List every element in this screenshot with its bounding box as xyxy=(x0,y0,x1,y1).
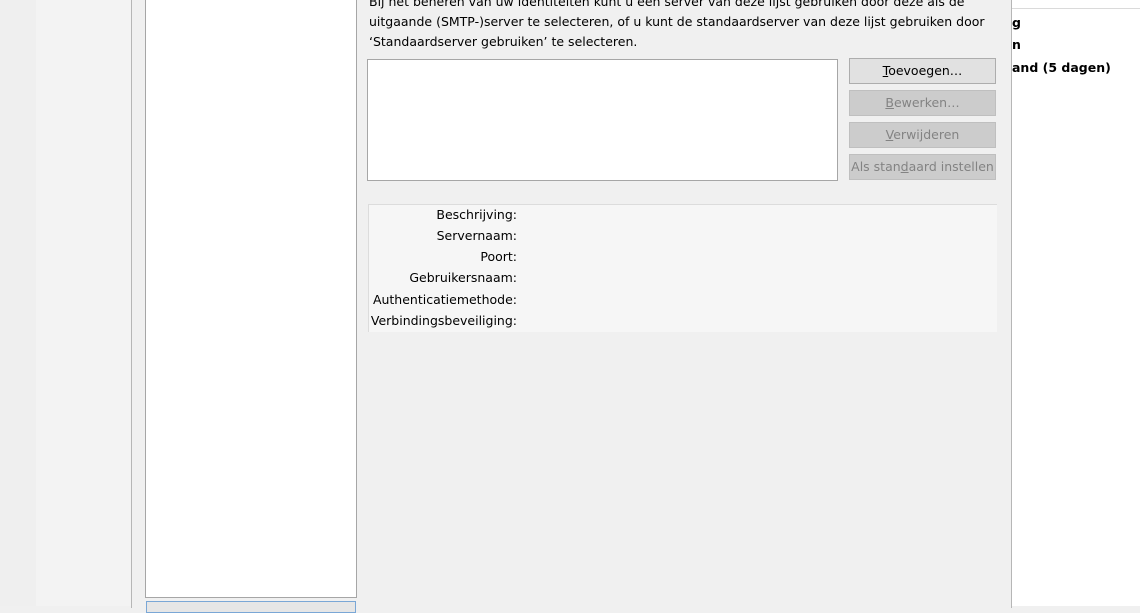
account-tree[interactable] xyxy=(145,0,357,598)
username-label: Gebruikersnaam: xyxy=(409,270,517,285)
smtp-description: Bij het beheren van uw identiteiten kunt… xyxy=(369,0,985,49)
add-server-button[interactable]: Toevoegen… xyxy=(849,58,996,84)
account-settings-dialog: Bij het beheren van uw identiteiten kunt… xyxy=(131,0,1012,613)
description-label: Beschrijving: xyxy=(436,207,517,222)
remove-server-button[interactable]: Verwijderen xyxy=(849,122,996,148)
connection-security-label: Verbindingsbeveiliging: xyxy=(370,313,517,328)
smtp-server-list[interactable] xyxy=(367,59,838,181)
edit-server-button[interactable]: Bewerken… xyxy=(849,90,996,116)
background-divider xyxy=(1012,8,1140,9)
server-details-panel: Beschrijving: Servernaam: Poort: Gebruik… xyxy=(368,204,997,332)
account-actions-button[interactable] xyxy=(146,601,356,613)
background-message-text: g xyxy=(1012,15,1021,30)
background-window-right: g n and (5 dagen) xyxy=(1012,0,1140,606)
background-message-text: n xyxy=(1012,37,1021,52)
port-label: Poort: xyxy=(480,249,517,264)
background-window-panel xyxy=(36,0,131,606)
server-name-label: Servernaam: xyxy=(436,228,517,243)
set-default-button[interactable]: Als standaard instellen xyxy=(849,154,996,180)
auth-method-label: Authenticatiemethode: xyxy=(372,292,517,307)
background-window-left xyxy=(0,0,131,606)
background-message-text: and (5 dagen) xyxy=(1012,60,1111,75)
